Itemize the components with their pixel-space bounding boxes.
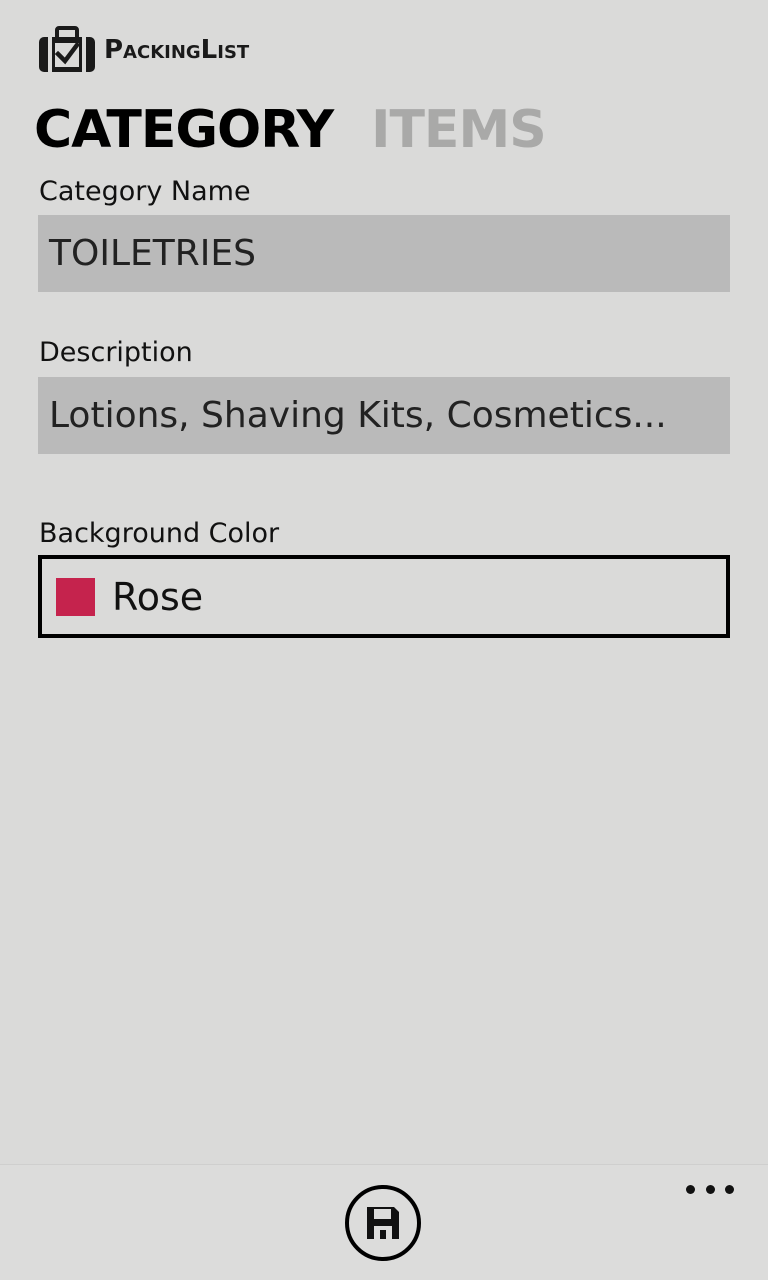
tab-items[interactable]: ITEMS — [371, 100, 547, 160]
more-icon — [686, 1184, 695, 1194]
suitcase-check-icon — [39, 26, 95, 72]
category-name-label: Category Name — [39, 176, 251, 207]
more-icon-dot — [705, 1184, 715, 1194]
more-options-button[interactable] — [686, 1181, 734, 1197]
app-header: PackingList — [38, 26, 249, 74]
description-label: Description — [39, 337, 193, 368]
page: PackingList CATEGORY ITEMS Category Name… — [0, 0, 768, 1280]
more-icon-dot — [725, 1184, 734, 1194]
app-bar — [0, 1164, 768, 1280]
tab-category[interactable]: CATEGORY — [34, 100, 334, 160]
category-name-input[interactable]: TOILETRIES — [38, 215, 730, 292]
app-title: PackingList — [104, 35, 250, 65]
save-icon — [367, 1207, 399, 1239]
background-color-picker[interactable]: Rose — [38, 555, 730, 638]
background-color-label: Background Color — [39, 518, 280, 549]
description-input[interactable]: Lotions, Shaving Kits, Cosmetics... — [38, 377, 730, 454]
save-button[interactable] — [345, 1185, 421, 1261]
color-swatch — [56, 577, 95, 616]
pivot-header: CATEGORY ITEMS — [34, 100, 547, 160]
color-name: Rose — [112, 574, 204, 619]
